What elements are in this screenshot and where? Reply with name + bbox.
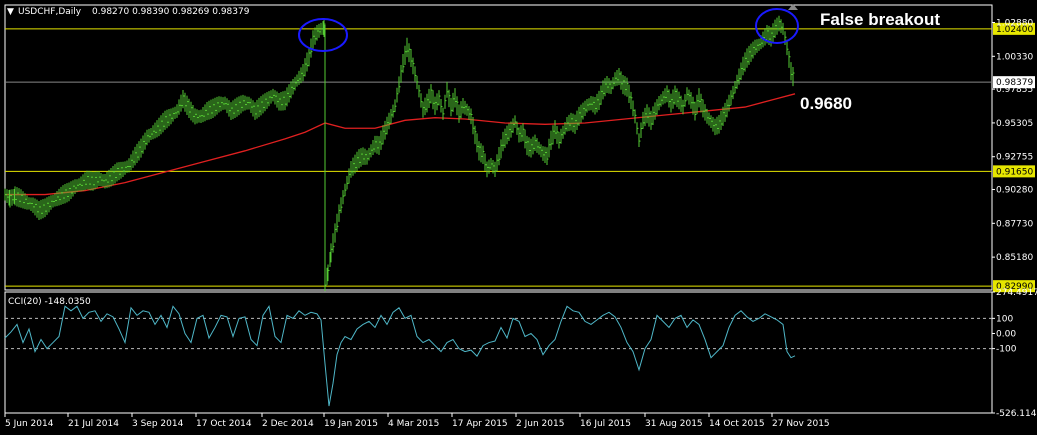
- main-y-label-5: 0.90280: [996, 186, 1033, 196]
- x-label-4: 2 Dec 2014: [262, 419, 314, 429]
- x-label-9: 16 Jul 2015: [580, 419, 631, 429]
- main-y-label-0: 1.02880: [996, 18, 1033, 28]
- ohlc-values: 0.98270 0.98390 0.98269 0.98379: [92, 7, 250, 17]
- cci-label: CCI(20) -148.0350: [8, 297, 91, 307]
- main-y-label-6: 0.87730: [996, 219, 1033, 229]
- cci-y-label-4: -526.1143: [996, 409, 1037, 419]
- main-y-label-2: 0.97855: [996, 85, 1033, 95]
- cci-y-label-0: 274.4917: [996, 288, 1037, 298]
- cci-y-label-1: 100: [996, 314, 1013, 324]
- x-label-12: 27 Nov 2015: [772, 419, 830, 429]
- x-label-11: 14 Oct 2015: [709, 419, 765, 429]
- chart-background: [0, 0, 1037, 435]
- level-9680-label: 0.9680: [800, 94, 852, 113]
- menu-arrow-icon[interactable]: ▼: [7, 7, 14, 17]
- level-tag-text-2: 0.91650: [996, 167, 1033, 177]
- x-label-10: 31 Aug 2015: [645, 419, 703, 429]
- x-label-6: 4 Mar 2015: [388, 419, 439, 429]
- cci-y-label-2: 0.00: [996, 329, 1016, 339]
- x-label-7: 17 Apr 2015: [452, 419, 508, 429]
- main-y-label-3: 0.95305: [996, 119, 1033, 129]
- x-label-2: 3 Sep 2014: [132, 419, 184, 429]
- cci-y-label-3: -100: [996, 345, 1017, 355]
- usdchf-chart: ▼ USDCHF,Daily 0.98270 0.98390 0.98269 0…: [0, 0, 1037, 435]
- x-label-5: 19 Jan 2015: [324, 419, 378, 429]
- x-label-0: 5 Jun 2014: [5, 419, 54, 429]
- false-breakout-label: False breakout: [820, 10, 940, 29]
- main-y-label-1: 1.00330: [996, 52, 1033, 62]
- main-y-label-4: 0.92755: [996, 153, 1033, 163]
- x-label-3: 17 Oct 2014: [196, 419, 252, 429]
- x-label-8: 2 Jun 2015: [516, 419, 564, 429]
- main-y-label-7: 0.85180: [996, 253, 1033, 263]
- chart-title: USDCHF,Daily: [18, 7, 82, 17]
- x-label-1: 21 Jul 2014: [68, 419, 119, 429]
